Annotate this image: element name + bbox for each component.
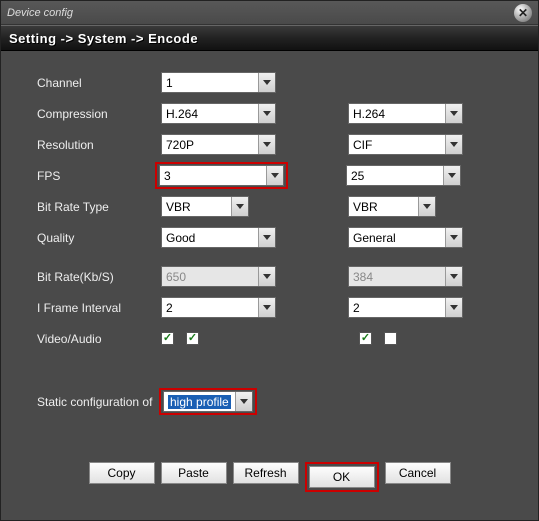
chevron-down-icon	[443, 166, 460, 185]
chevron-down-icon	[231, 197, 248, 216]
label-resolution: Resolution	[37, 138, 161, 152]
ok-highlight: OK	[305, 462, 379, 492]
label-bitrate-type: Bit Rate Type	[37, 200, 161, 214]
label-static-conf: Static configuration of	[37, 395, 163, 409]
chevron-down-icon	[445, 135, 462, 154]
label-quality: Quality	[37, 231, 161, 245]
chevron-down-icon	[258, 267, 275, 286]
audio-sub-checkbox[interactable]	[384, 332, 397, 345]
video-sub-checkbox[interactable]	[359, 332, 372, 345]
label-channel: Channel	[37, 76, 161, 90]
chevron-down-icon	[258, 298, 275, 317]
label-fps: FPS	[37, 169, 161, 183]
breadcrumb: Setting -> System -> Encode	[1, 25, 538, 51]
bitrate-sub-select[interactable]: 384	[348, 266, 463, 287]
device-config-window: Device config ✕ Setting -> System -> Enc…	[0, 0, 539, 521]
chevron-down-icon	[445, 228, 462, 247]
titlebar: Device config ✕	[1, 1, 538, 25]
iframe-main-select[interactable]: 2	[161, 297, 276, 318]
chevron-down-icon	[258, 228, 275, 247]
quality-sub-select[interactable]: General	[348, 227, 463, 248]
chevron-down-icon	[235, 392, 252, 411]
breadcrumb-text: Setting -> System -> Encode	[9, 31, 198, 46]
label-iframe: I Frame Interval	[37, 301, 161, 315]
paste-button[interactable]: Paste	[161, 462, 227, 484]
fps-main-select[interactable]: 3	[159, 165, 284, 186]
close-icon[interactable]: ✕	[514, 4, 532, 22]
window-title: Device config	[7, 7, 514, 19]
compression-main-select[interactable]: H.264	[161, 103, 276, 124]
audio-main-checkbox[interactable]	[186, 332, 199, 345]
chevron-down-icon	[258, 135, 275, 154]
bitrate-type-sub-select[interactable]: VBR	[348, 196, 436, 217]
chevron-down-icon	[266, 166, 283, 185]
label-video-audio: Video/Audio	[37, 332, 161, 346]
iframe-sub-select[interactable]: 2	[348, 297, 463, 318]
copy-button[interactable]: Copy	[89, 462, 155, 484]
label-bitrate: Bit Rate(Kb/S)	[37, 270, 161, 284]
chevron-down-icon	[258, 104, 275, 123]
fps-sub-select[interactable]: 25	[346, 165, 461, 186]
content-area: Channel 1 Compression H.264 H.264 Resolu…	[1, 51, 538, 431]
chevron-down-icon	[445, 298, 462, 317]
button-row: Copy Paste Refresh OK Cancel	[1, 462, 538, 492]
fps-highlight: 3	[155, 162, 288, 189]
cancel-button[interactable]: Cancel	[385, 462, 451, 484]
chevron-down-icon	[445, 267, 462, 286]
video-main-checkbox[interactable]	[161, 332, 174, 345]
resolution-main-select[interactable]: 720P	[161, 134, 276, 155]
static-conf-highlight: high profile	[159, 388, 257, 415]
bitrate-type-main-select[interactable]: VBR	[161, 196, 249, 217]
refresh-button[interactable]: Refresh	[233, 462, 299, 484]
chevron-down-icon	[258, 73, 275, 92]
channel-select[interactable]: 1	[161, 72, 276, 93]
resolution-sub-select[interactable]: CIF	[348, 134, 463, 155]
bitrate-main-select[interactable]: 650	[161, 266, 276, 287]
compression-sub-select[interactable]: H.264	[348, 103, 463, 124]
quality-main-select[interactable]: Good	[161, 227, 276, 248]
ok-button[interactable]: OK	[309, 466, 375, 488]
chevron-down-icon	[445, 104, 462, 123]
label-compression: Compression	[37, 107, 161, 121]
chevron-down-icon	[418, 197, 435, 216]
static-profile-select[interactable]: high profile	[163, 391, 253, 412]
